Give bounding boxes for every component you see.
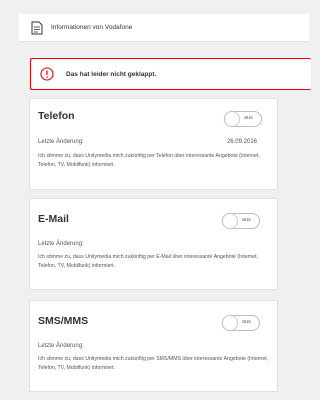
sms-mms-toggle[interactable]: aus — [222, 315, 260, 331]
toggle-knob — [223, 214, 237, 228]
last-change-label: Letzte Änderung: — [38, 241, 84, 247]
card-title: Telefon — [38, 110, 75, 122]
toggle-label: aus — [244, 115, 253, 121]
email-toggle[interactable]: aus — [222, 213, 260, 229]
card-title: SMS/MMS — [38, 315, 89, 327]
last-change-label: Letzte Änderung: — [38, 139, 84, 145]
alert-circle-icon — [40, 67, 54, 81]
error-text: Das hat leider nicht geklappt. — [66, 70, 157, 78]
consent-card-sms-mms: SMS/MMS aus Letzte Änderung: Ich stimme … — [29, 300, 278, 392]
last-change-date: 26.09.2016 — [226, 139, 257, 145]
header-bar: Informationen von Vodafone — [19, 14, 309, 42]
toggle-knob — [223, 316, 237, 330]
consent-card-telefon: Telefon aus Letzte Änderung: 26.09.2016 … — [29, 98, 278, 190]
consent-description: Ich stimme zu, dass Unitymedia mich zukü… — [38, 254, 258, 269]
consent-description: Ich stimme zu, dass Unitymedia mich zukü… — [38, 356, 269, 371]
toggle-label: aus — [242, 217, 251, 223]
document-icon — [29, 20, 45, 36]
header-title: Informationen von Vodafone — [51, 24, 133, 31]
toggle-label: aus — [242, 319, 251, 325]
last-change-label: Letzte Änderung: — [38, 343, 84, 349]
telefon-toggle[interactable]: aus — [224, 111, 262, 127]
toggle-knob — [225, 112, 239, 126]
error-message-box: Das hat leider nicht geklappt. — [30, 58, 311, 90]
consent-card-email: E-Mail aus Letzte Änderung: Ich stimme z… — [29, 198, 278, 290]
consent-description: Ich stimme zu, dass Unitymedia mich zukü… — [38, 153, 260, 168]
card-title: E-Mail — [38, 213, 69, 225]
